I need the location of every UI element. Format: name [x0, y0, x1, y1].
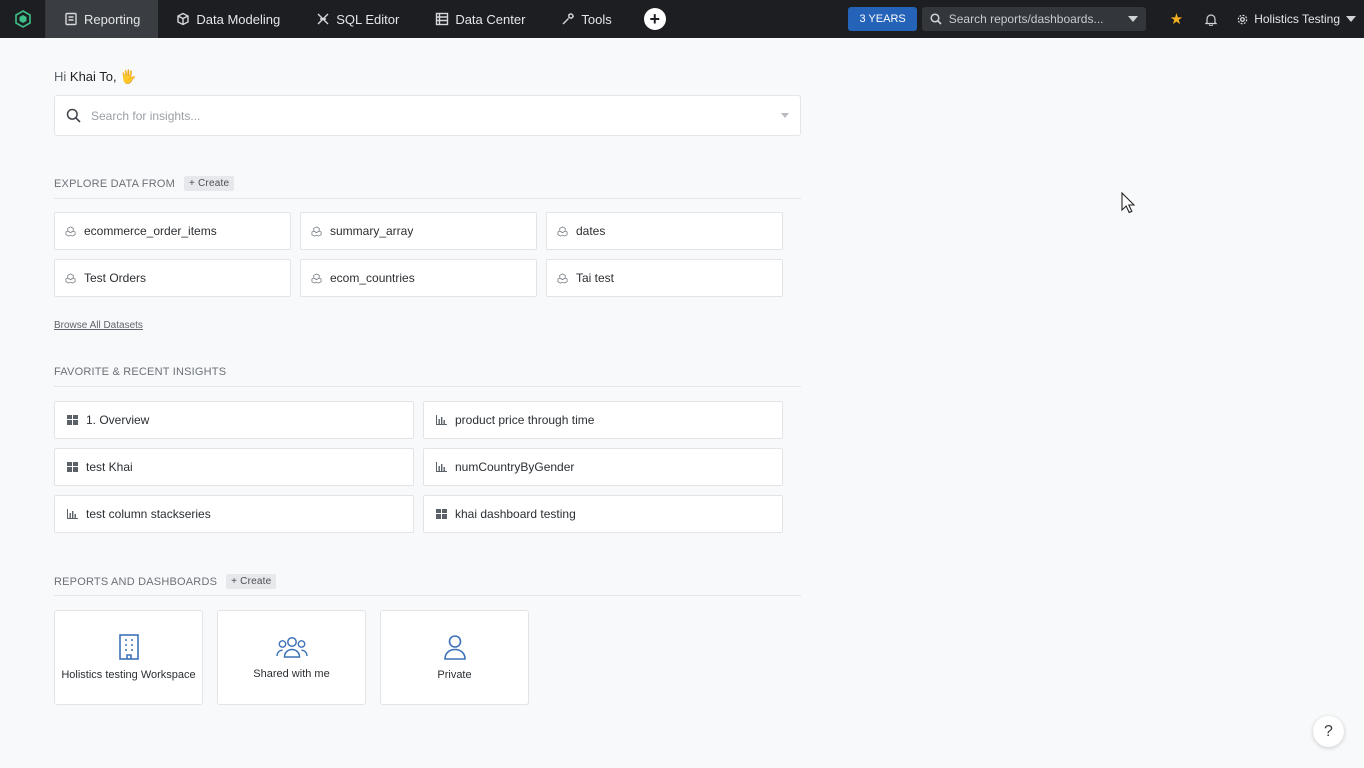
cube-icon	[177, 12, 190, 26]
gear-icon	[1237, 14, 1248, 24]
chart-icon	[436, 415, 447, 425]
dataset-icon	[311, 225, 322, 237]
favorite-item[interactable]: product price through time	[423, 401, 783, 439]
nav-reporting-label: Reporting	[84, 11, 141, 27]
dataset-icon	[311, 272, 322, 284]
years-filter-button[interactable]: 3 YEARS	[848, 7, 917, 31]
favorite-item[interactable]: khai dashboard testing	[423, 495, 783, 533]
folder-card[interactable]: Private	[380, 610, 529, 705]
reports-section-title: REPORTS AND DASHBOARDS + Create	[54, 574, 277, 589]
favorites-section-title: FAVORITE & RECENT INSIGHTS	[54, 366, 226, 378]
nav-sql-editor-label: SQL Editor	[336, 11, 400, 27]
search-icon	[930, 13, 942, 25]
dataset-card[interactable]: summary_array	[300, 212, 537, 250]
chevron-down-icon[interactable]	[1127, 16, 1138, 22]
dataset-label: ecommerce_order_items	[84, 224, 217, 238]
dataset-card[interactable]: Tai test	[546, 259, 783, 297]
favorite-label: numCountryByGender	[455, 460, 575, 474]
help-button[interactable]: ?	[1313, 716, 1344, 747]
plus-icon[interactable]: +	[643, 8, 666, 30]
divider	[54, 595, 801, 596]
sql-icon	[317, 13, 329, 25]
divider	[54, 198, 801, 199]
bell-icon[interactable]	[1205, 13, 1218, 26]
building-icon	[118, 634, 139, 660]
insight-search-placeholder: Search for insights...	[91, 108, 201, 123]
folder-label: Holistics testing Workspace	[61, 669, 196, 681]
dashboard-icon	[67, 462, 78, 472]
explore-title-text: EXPLORE DATA FROM	[54, 177, 175, 190]
greeting-name: Khai To,	[69, 69, 117, 84]
dataset-icon	[557, 225, 568, 237]
dataset-card[interactable]: ecom_countries	[300, 259, 537, 297]
favorite-label: test column stackseries	[86, 507, 211, 521]
dataset-icon	[65, 272, 76, 284]
dataset-card[interactable]: Test Orders	[54, 259, 291, 297]
favorite-label: 1. Overview	[86, 413, 150, 427]
nav-data-center-label: Data Center	[455, 11, 526, 27]
reports-create-button[interactable]: + Create	[226, 574, 277, 589]
users-icon	[275, 637, 308, 658]
favorite-item[interactable]: 1. Overview	[54, 401, 414, 439]
favorite-label: test Khai	[86, 460, 133, 474]
folder-label: Private	[437, 669, 472, 681]
wave-icon: 🖐	[120, 69, 137, 84]
nav-data-modeling-label: Data Modeling	[196, 11, 281, 27]
dataset-label: ecom_countries	[330, 271, 415, 285]
favorite-label: product price through time	[455, 413, 595, 427]
star-icon[interactable]: ★	[1170, 10, 1183, 28]
greeting: Hi Khai To, 🖐	[54, 69, 136, 85]
reports-title-text: REPORTS AND DASHBOARDS	[54, 575, 218, 588]
explore-create-button[interactable]: + Create	[183, 176, 235, 191]
folder-label: Shared with me	[253, 668, 330, 680]
favorite-label: khai dashboard testing	[455, 507, 576, 521]
browse-all-datasets-link[interactable]: Browse All Datasets	[54, 320, 143, 331]
nav-sql-editor[interactable]: SQL Editor	[298, 0, 417, 38]
nav-data-center[interactable]: Data Center	[417, 0, 543, 38]
nav-tools[interactable]: Tools	[543, 0, 629, 38]
dataset-icon	[65, 225, 76, 237]
divider	[54, 386, 801, 387]
global-search-placeholder: Search reports/dashboards...	[948, 12, 1104, 26]
greeting-prefix: Hi	[54, 69, 67, 84]
favorites-title-text: FAVORITE & RECENT INSIGHTS	[54, 366, 227, 378]
dataset-card[interactable]: ecommerce_order_items	[54, 212, 291, 250]
dashboard-icon	[67, 415, 78, 425]
chart-icon	[67, 509, 78, 519]
folder-card[interactable]: Holistics testing Workspace	[54, 610, 203, 705]
explore-section-title: EXPLORE DATA FROM + Create	[54, 176, 235, 191]
chevron-down-icon	[1346, 16, 1356, 22]
dataset-label: dates	[576, 224, 606, 238]
nav-tools-label: Tools	[581, 11, 612, 27]
insight-search-input[interactable]: Search for insights...	[54, 95, 801, 136]
mouse-cursor-icon	[1121, 192, 1135, 214]
nav-data-modeling[interactable]: Data Modeling	[158, 0, 298, 38]
top-nav: Reporting Data Modeling SQL Editor Data …	[0, 0, 1364, 38]
chevron-down-icon[interactable]	[781, 113, 789, 118]
dataset-card[interactable]: dates	[546, 212, 783, 250]
dashboard-icon	[436, 509, 447, 519]
search-icon	[66, 108, 81, 123]
workspace-menu[interactable]: Holistics Testing	[1229, 12, 1364, 26]
dataset-label: Test Orders	[84, 271, 147, 285]
chart-icon	[436, 462, 447, 472]
global-search-input[interactable]: Search reports/dashboards...	[921, 7, 1146, 31]
folder-card[interactable]: Shared with me	[217, 610, 366, 705]
nav-reporting[interactable]: Reporting	[46, 0, 159, 38]
favorite-item[interactable]: test Khai	[54, 448, 414, 486]
workspace-label: Holistics Testing	[1254, 12, 1340, 26]
favorite-item[interactable]: test column stackseries	[54, 495, 414, 533]
dataset-icon	[557, 272, 568, 284]
wrench-icon	[562, 13, 575, 25]
logo-icon[interactable]	[0, 0, 46, 38]
dataset-label: Tai test	[576, 271, 615, 285]
reporting-icon	[65, 12, 77, 26]
favorite-item[interactable]: numCountryByGender	[423, 448, 783, 486]
dataset-label: summary_array	[330, 224, 414, 238]
list-icon	[436, 12, 449, 26]
user-icon	[443, 635, 466, 660]
